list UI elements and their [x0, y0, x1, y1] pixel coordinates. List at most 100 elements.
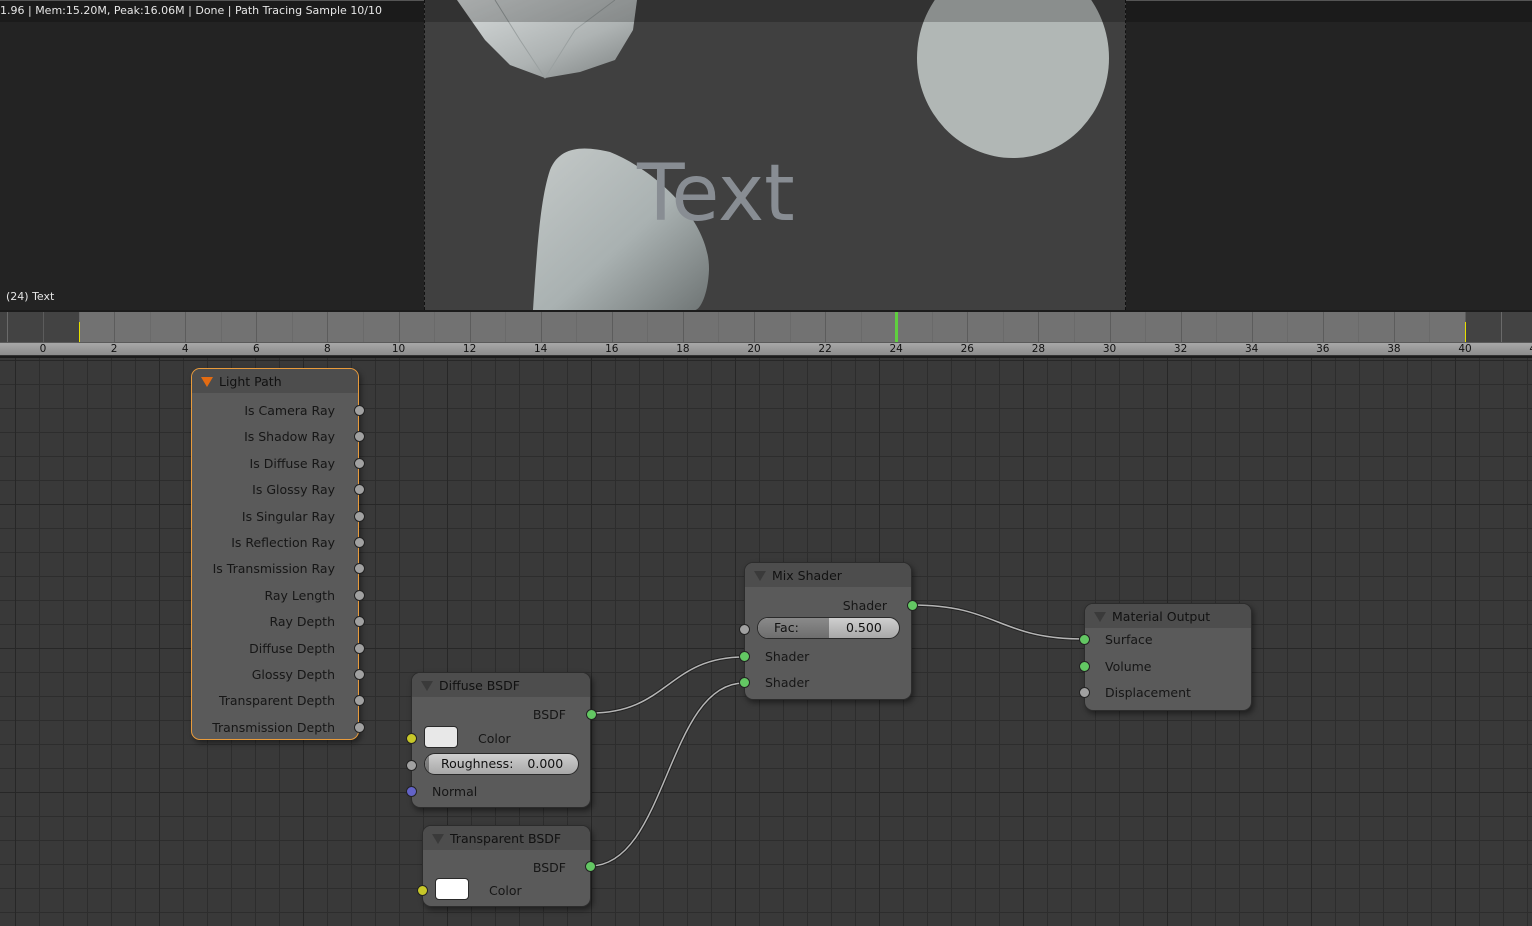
output-label: Ray Depth [269, 614, 335, 630]
node-mix-shader[interactable]: Mix Shader Shader Fac: 0.500 Shader Shad… [739, 562, 918, 700]
timeline-tick [790, 312, 791, 342]
timeline-frame-label: 38 [1387, 343, 1401, 355]
collapse-triangle-icon[interactable] [432, 834, 444, 844]
output-label: Is Singular Ray [241, 508, 335, 524]
normal-label: Normal [432, 784, 478, 799]
input-socket-displacement[interactable] [1079, 687, 1090, 698]
timeline-tick [647, 312, 648, 342]
output-socket[interactable] [354, 537, 365, 548]
timeline-track[interactable] [0, 312, 1532, 342]
timeline-tick [1145, 312, 1146, 342]
timeline-frame-label: 36 [1316, 343, 1330, 355]
slider-fill [425, 754, 429, 774]
timeline-tick [1216, 312, 1217, 342]
timeline-tick [1429, 312, 1430, 342]
timeline-tick [1287, 312, 1288, 342]
timeline-tick [825, 312, 826, 342]
active-object-label: (24) Text [6, 290, 55, 303]
timeline-tick [114, 312, 115, 342]
timeline-tick [43, 312, 44, 342]
timeline-frame-label: 10 [391, 343, 406, 355]
timeline-tick [150, 312, 151, 342]
timeline-tick [7, 312, 8, 342]
timeline-frame-label: 14 [534, 343, 548, 355]
output-label: Is Reflection Ray [231, 535, 335, 550]
color-swatch[interactable] [435, 878, 469, 900]
timeline-tick [505, 312, 506, 342]
input-socket-shader-2[interactable] [739, 677, 750, 688]
timeline-end-marker[interactable] [1465, 322, 1466, 342]
timeline-tick [1003, 312, 1004, 342]
node-diffuse-bsdf[interactable]: Diffuse BSDF BSDF Color Roughness: 0.000… [406, 672, 597, 808]
output-label: Transmission Depth [212, 719, 335, 735]
input-socket-normal[interactable] [406, 786, 417, 797]
output-socket[interactable] [354, 405, 365, 416]
timeline-tick [1394, 312, 1395, 342]
roughness-slider[interactable]: Roughness: 0.000 [424, 753, 579, 775]
timeline-tick [470, 312, 471, 342]
input-socket-color[interactable] [417, 885, 428, 896]
collapse-triangle-icon[interactable] [421, 681, 433, 691]
roughness-label: Roughness: [441, 756, 514, 771]
timeline-frame-label: 18 [676, 343, 690, 355]
node-title: Material Output [1112, 609, 1211, 624]
node-header[interactable]: Material Output [1085, 604, 1251, 628]
node-title: Mix Shader [772, 568, 842, 583]
output-socket[interactable] [354, 669, 365, 680]
timeline[interactable]: 024681012141618202224262830323436384042 [0, 310, 1532, 358]
timeline-frame-label: 22 [818, 343, 832, 355]
node-header[interactable]: Diffuse BSDF [412, 673, 590, 697]
link-mix-to-output-core [911, 604, 1085, 640]
output-socket[interactable] [354, 457, 365, 469]
timeline-start-marker[interactable] [79, 322, 80, 342]
output-label: Is Glossy Ray [252, 482, 335, 498]
timeline-tick [861, 312, 862, 342]
timeline-tick [327, 312, 328, 342]
output-socket[interactable] [354, 721, 365, 733]
fac-slider[interactable]: Fac: 0.500 [757, 617, 900, 639]
timeline-out-of-range-start [0, 312, 79, 342]
output-socket-bsdf[interactable] [585, 861, 596, 872]
node-header[interactable]: Light Path [192, 369, 358, 393]
input-socket-roughness[interactable] [406, 760, 417, 771]
input-socket-surface[interactable] [1079, 634, 1090, 645]
render-viewport[interactable]: 1.96 | Mem:15.20M, Peak:16.06M | Done | … [0, 0, 1532, 310]
render-scene: T Text [457, 0, 1109, 310]
output-socket-bsdf[interactable] [586, 709, 597, 720]
sphere-object [917, 0, 1109, 158]
timeline-frame-label: 12 [462, 343, 477, 355]
output-bsdf-label: BSDF [532, 707, 566, 722]
node-header[interactable]: Transparent BSDF [423, 826, 590, 850]
node-title: Transparent BSDF [450, 831, 562, 846]
input-socket-shader-1[interactable] [739, 651, 750, 662]
input-socket-color[interactable] [406, 733, 417, 744]
timeline-tick [292, 312, 293, 342]
color-label: Color [489, 883, 522, 898]
node-editor[interactable]: Light Path Is Camera Ray Is Shadow Ray Is … [0, 358, 1532, 926]
input-socket-fac[interactable] [739, 624, 750, 635]
output-label: Diffuse Depth [249, 640, 335, 656]
collapse-triangle-icon[interactable] [1094, 612, 1106, 622]
output-label: Is Diffuse Ray [249, 455, 335, 471]
node-header[interactable]: Mix Shader [745, 563, 911, 587]
color-swatch[interactable] [424, 726, 458, 748]
output-socket[interactable] [354, 642, 365, 654]
link-diffuse-to-mix-core [590, 656, 745, 714]
collapse-triangle-icon[interactable] [754, 571, 766, 581]
node-title: Diffuse BSDF [439, 678, 520, 693]
collapse-triangle-icon[interactable] [201, 377, 213, 387]
node-transparent-bsdf[interactable]: Transparent BSDF BSDF Color [417, 825, 596, 907]
timeline-frame-label: 40 [1458, 343, 1472, 355]
current-frame-indicator[interactable] [895, 312, 898, 342]
output-socket-shader[interactable] [907, 600, 918, 611]
timeline-frame-ruler[interactable]: 024681012141618202224262830323436384042 [0, 342, 1532, 356]
input-socket-volume[interactable] [1079, 661, 1090, 672]
node-light-path[interactable]: Light Path Is Camera Ray Is Shadow Ray Is … [191, 368, 365, 740]
timeline-tick [1110, 312, 1111, 342]
output-socket[interactable] [354, 589, 365, 601]
fac-label: Fac: [774, 620, 799, 635]
node-material-output[interactable]: Material Output Surface Volume Displacem… [1079, 603, 1252, 711]
output-label: Is Transmission Ray [212, 561, 335, 577]
output-socket[interactable] [354, 510, 365, 522]
timeline-tick [1252, 312, 1253, 342]
